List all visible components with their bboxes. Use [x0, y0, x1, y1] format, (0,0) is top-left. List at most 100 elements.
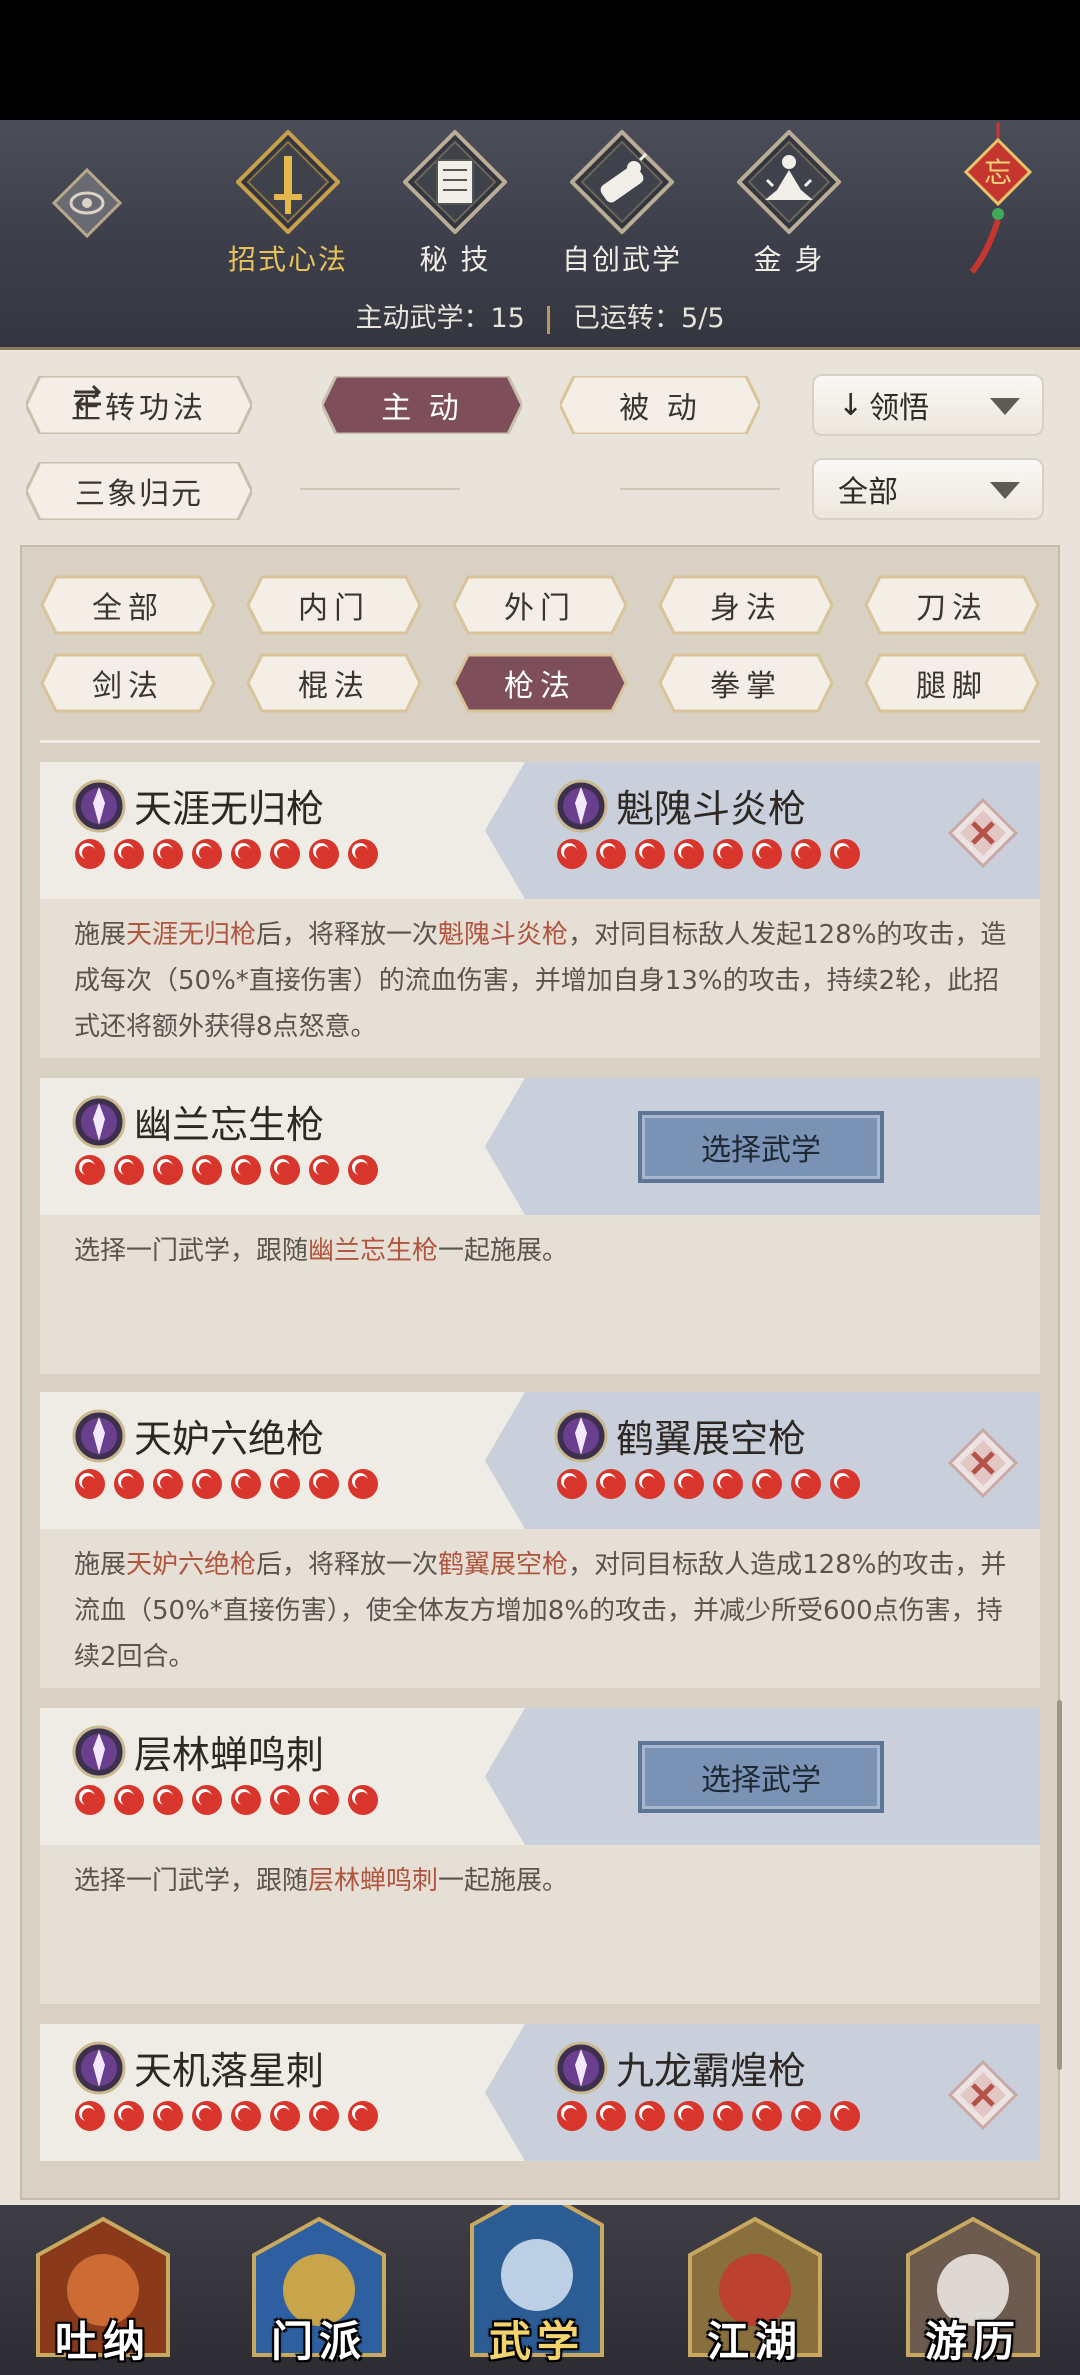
- combo-skill[interactable]: 魁隗斗炎枪: [554, 778, 863, 871]
- description-text: 后，将释放一次: [256, 1550, 439, 1580]
- flame-pip-icon: [348, 2101, 378, 2131]
- flame-pip-icon: [270, 1785, 300, 1815]
- nav-monk[interactable]: 吐纳: [28, 2205, 178, 2375]
- flame-pip-icon: [830, 2101, 860, 2131]
- tab-passive-skills[interactable]: 被 动: [560, 376, 760, 434]
- primary-skill[interactable]: 幽兰忘生枪: [72, 1094, 381, 1187]
- chinese-knot-icon[interactable]: 忘: [958, 122, 1038, 282]
- flame-pip-icon: [114, 1155, 144, 1185]
- tab-active-label: 主 动: [381, 391, 463, 426]
- type-filter-5[interactable]: 剑法: [40, 653, 216, 713]
- combo-skill[interactable]: 鹤翼展空枪: [554, 1408, 863, 1501]
- flame-pip-icon: [830, 839, 860, 869]
- type-filter-label: 身法: [710, 591, 782, 626]
- skill-card: 天妒六绝枪 鹤翼展空枪 施展天妒六绝枪后，将释放一次鹤翼展空枪，对同目标敌人造成12…: [40, 1392, 1040, 1688]
- sort-dropdown-value: 领悟: [869, 391, 930, 426]
- flame-pip-icon: [791, 1469, 821, 1499]
- remove-combo-button[interactable]: [948, 2060, 1018, 2130]
- tab-active-skills[interactable]: 主 动: [322, 376, 522, 434]
- tab-moves[interactable]: 招式心法: [213, 130, 363, 278]
- description-text: 一起施展。: [438, 1236, 569, 1266]
- flame-pip-icon: [557, 2101, 587, 2131]
- type-filter-8[interactable]: 拳掌: [658, 653, 834, 713]
- eye-icon: [51, 167, 123, 239]
- mode-switch-button[interactable]: 正转功法: [26, 376, 252, 434]
- nav-sect[interactable]: 门派: [244, 2205, 394, 2375]
- skill-level-pips: [72, 1465, 381, 1501]
- flame-pip-icon: [674, 839, 704, 869]
- active-count: 主动武学：15: [355, 303, 525, 334]
- tab-golden-body[interactable]: 金 身: [714, 130, 864, 278]
- sort-dropdown[interactable]: ↓ 领悟: [812, 374, 1044, 436]
- type-filter-7[interactable]: 枪法: [452, 653, 628, 713]
- tab-secret[interactable]: 秘 技: [380, 130, 530, 278]
- skill-level-pips: [72, 1151, 381, 1187]
- skill-level-pips: [72, 835, 381, 871]
- nav-horse[interactable]: 游历: [898, 2205, 1048, 2375]
- tab-custom-label: 自创武学: [561, 243, 682, 276]
- skill-description: 选择一门武学，跟随幽兰忘生枪一起施展。: [74, 1228, 1014, 1274]
- flame-pip-icon: [231, 839, 261, 869]
- skill-card: 幽兰忘生枪 选择武学选择一门武学，跟随幽兰忘生枪一起施展。: [40, 1078, 1040, 1374]
- scrollbar[interactable]: [1057, 1700, 1062, 2070]
- spear-skill-icon: [554, 779, 608, 832]
- combo-skill[interactable]: 九龙霸煌枪: [554, 2040, 863, 2133]
- flame-pip-icon: [830, 1469, 860, 1499]
- type-filter-label: 外门: [504, 591, 576, 626]
- flame-pip-icon: [674, 1469, 704, 1499]
- skill-link-text: 天妒六绝枪: [126, 1550, 257, 1580]
- flame-pip-icon: [75, 1785, 105, 1815]
- primary-skill[interactable]: 天妒六绝枪: [72, 1408, 381, 1501]
- primary-skill[interactable]: 层林蝉鸣刺: [72, 1724, 381, 1817]
- martial-summary: 主动武学：15 已运转：5/5: [0, 296, 1080, 335]
- skill-card: 天涯无归枪 魁隗斗炎枪 施展天涯无归枪后，将释放一次魁隗斗炎枪，对同目标敌人发起12…: [40, 762, 1040, 1058]
- remove-combo-button[interactable]: [948, 798, 1018, 868]
- type-filter-2[interactable]: 外门: [452, 575, 628, 635]
- flame-pip-icon: [713, 839, 743, 869]
- flame-pip-icon: [114, 1469, 144, 1499]
- meditation-icon: [737, 130, 841, 234]
- primary-skill[interactable]: 天涯无归枪: [72, 778, 381, 871]
- three-phase-button[interactable]: 三象归元: [26, 462, 252, 520]
- description-text: 施展: [74, 1550, 127, 1580]
- view-toggle-button[interactable]: [51, 167, 123, 239]
- skill-level-pips: [554, 835, 863, 871]
- scope-dropdown[interactable]: 全部: [812, 458, 1044, 520]
- nav-manual[interactable]: 武学: [462, 2205, 612, 2375]
- flame-pip-icon: [752, 2101, 782, 2131]
- flame-pip-icon: [635, 1469, 665, 1499]
- flame-pip-icon: [596, 2101, 626, 2131]
- status-bar: [0, 0, 1080, 120]
- flame-pip-icon: [270, 1469, 300, 1499]
- type-filter-label: 刀法: [916, 591, 988, 626]
- skill-card: 天机落星刺 九龙霸煌枪: [40, 2024, 1040, 2161]
- type-filter-1[interactable]: 内门: [246, 575, 422, 635]
- flame-pip-icon: [348, 1785, 378, 1815]
- spear-skill-icon: [72, 1095, 126, 1148]
- choose-skill-button[interactable]: 选择武学: [638, 1741, 884, 1813]
- choose-skill-button[interactable]: 选择武学: [638, 1111, 884, 1183]
- primary-skill-name: 层林蝉鸣刺: [134, 1733, 325, 1777]
- nav-label: 游历: [924, 2317, 1021, 2366]
- type-filter-0[interactable]: 全部: [40, 575, 216, 635]
- type-filter-4[interactable]: 刀法: [864, 575, 1040, 635]
- remove-combo-button[interactable]: [948, 1428, 1018, 1498]
- flame-pip-icon: [309, 1155, 339, 1185]
- divider: [40, 740, 1040, 743]
- type-filter-6[interactable]: 棍法: [246, 653, 422, 713]
- flame-pip-icon: [791, 2101, 821, 2131]
- primary-skill[interactable]: 天机落星刺: [72, 2040, 381, 2133]
- description-text: 选择一门武学，跟随: [74, 1866, 309, 1896]
- skill-card: 层林蝉鸣刺 选择武学 选择一门武学，跟随层林蝉鸣刺一起施展。: [40, 1708, 1040, 2004]
- nav-straw-hat[interactable]: 江湖: [680, 2205, 830, 2375]
- flame-pip-icon: [635, 2101, 665, 2131]
- tab-custom[interactable]: 自创武学: [547, 130, 697, 278]
- flame-pip-icon: [752, 1469, 782, 1499]
- flame-pip-icon: [596, 1469, 626, 1499]
- flame-pip-icon: [270, 1155, 300, 1185]
- flame-pip-icon: [231, 1155, 261, 1185]
- skill-level-pips: [72, 1781, 381, 1817]
- type-filter-9[interactable]: 腿脚: [864, 653, 1040, 713]
- type-filter-label: 腿脚: [916, 669, 988, 704]
- type-filter-3[interactable]: 身法: [658, 575, 834, 635]
